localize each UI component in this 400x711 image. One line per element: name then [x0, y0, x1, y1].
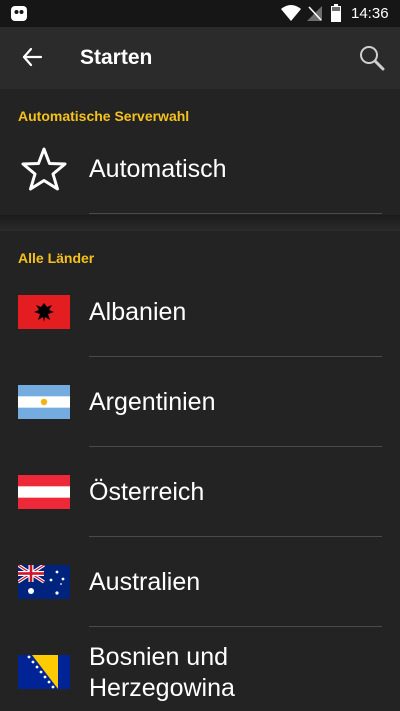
- austria-flag-icon: [18, 475, 70, 509]
- list-item-albanien[interactable]: Albanien: [0, 267, 400, 357]
- arrow-left-icon: [22, 47, 43, 67]
- screen: 14:36 Starten Automatische Serverwahl Au…: [0, 0, 400, 711]
- argentina-flag-icon: [18, 385, 70, 419]
- list-item-label: Albanien: [89, 298, 187, 326]
- list-item-label: Automatisch: [89, 155, 227, 183]
- wifi-icon: [281, 5, 301, 21]
- back-button[interactable]: [14, 39, 50, 75]
- star-outline-icon: [21, 147, 67, 191]
- auto-section: Automatische Serverwahl Automatisch: [0, 89, 400, 215]
- no-sim-icon: [307, 6, 322, 21]
- list-item-label: Österreich: [89, 478, 205, 506]
- search-icon: [360, 46, 385, 71]
- australia-flag-icon: [18, 565, 70, 599]
- list-item-label: Argentinien: [89, 388, 216, 416]
- auto-section-header: Automatische Serverwahl: [18, 108, 190, 124]
- list-item-automatisch[interactable]: Automatisch: [0, 125, 400, 215]
- list-item-oesterreich[interactable]: Österreich: [0, 447, 400, 537]
- albania-flag-icon: [18, 295, 70, 329]
- countries-section: Alle Länder Albanien Argentinien Österre…: [0, 231, 400, 711]
- countries-section-header: Alle Länder: [18, 250, 95, 266]
- list-item-bosnien-und-herzegowina[interactable]: Bosnien und Herzegowina: [0, 627, 400, 711]
- status-bar: 14:36: [0, 0, 400, 27]
- list-divider: [89, 213, 382, 214]
- section-divider: [0, 215, 400, 231]
- list-item-argentinien[interactable]: Argentinien: [0, 357, 400, 447]
- battery-icon: [331, 4, 341, 22]
- status-clock: 14:36: [351, 5, 389, 22]
- list-item-label: Bosnien und Herzegowina: [89, 643, 235, 702]
- toolbar: Starten: [0, 27, 400, 89]
- bosnia-flag-icon: [18, 655, 70, 689]
- list-item-label: Australien: [89, 568, 201, 596]
- ghost-app-icon: [11, 6, 27, 21]
- page-title: Starten: [80, 46, 153, 69]
- list-item-australien[interactable]: Australien: [0, 537, 400, 627]
- search-button[interactable]: [354, 40, 390, 76]
